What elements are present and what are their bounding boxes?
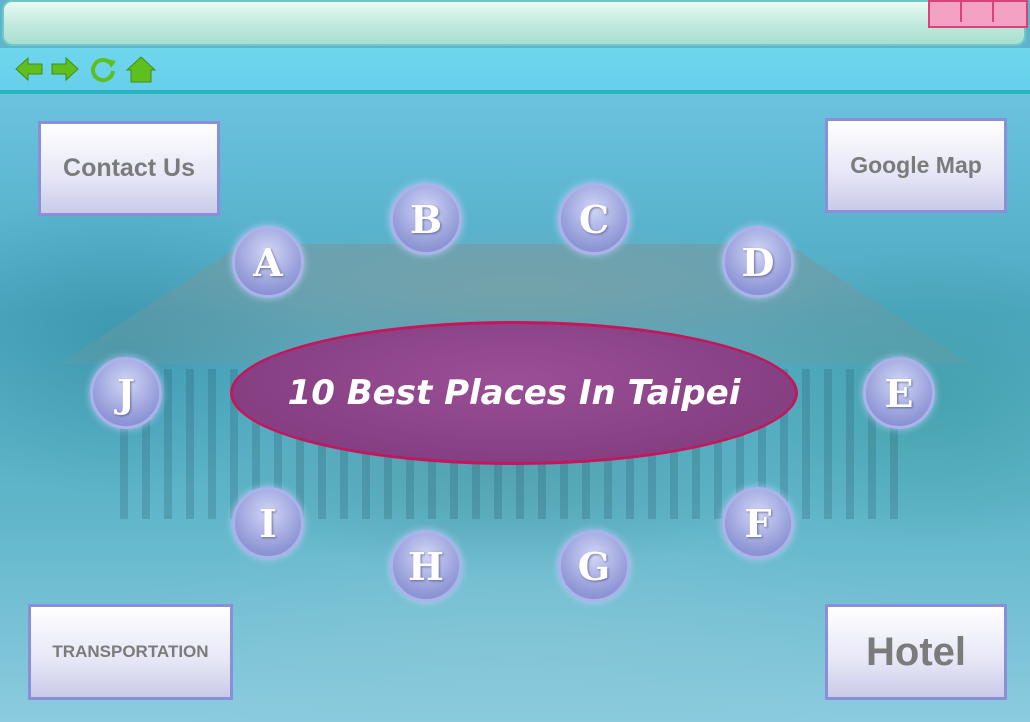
- back-arrow-icon[interactable]: [14, 54, 44, 84]
- place-label-f: F: [744, 500, 772, 546]
- window-title-bar: [2, 0, 1026, 46]
- place-label-e: E: [884, 370, 914, 416]
- forward-arrow-icon[interactable]: [50, 54, 80, 84]
- google-map-label: Google Map: [850, 152, 982, 178]
- navigation-bar: [0, 48, 1030, 94]
- place-button-c[interactable]: C: [558, 183, 630, 255]
- google-map-button[interactable]: Google Map: [825, 118, 1007, 213]
- main-title-ellipse: 10 Best Places In Taipei: [230, 321, 798, 465]
- place-label-g: G: [577, 543, 611, 589]
- window-controls: [928, 0, 1028, 28]
- place-button-b[interactable]: B: [390, 183, 462, 255]
- contact-us-label: Contact Us: [63, 154, 195, 182]
- close-button[interactable]: [994, 2, 1026, 22]
- transportation-label: TRANSPORTATION: [52, 642, 209, 661]
- hotel-label: Hotel: [866, 629, 966, 674]
- place-label-b: B: [409, 196, 443, 242]
- place-button-i[interactable]: I: [232, 487, 304, 559]
- place-label-a: A: [253, 239, 283, 285]
- place-button-a[interactable]: A: [232, 226, 304, 298]
- minimize-button[interactable]: [930, 2, 962, 22]
- contact-us-button[interactable]: Contact Us: [38, 121, 220, 216]
- place-label-i: I: [259, 500, 277, 546]
- page-title: 10 Best Places In Taipei: [287, 373, 741, 413]
- place-label-c: C: [578, 196, 610, 242]
- maximize-button[interactable]: [962, 2, 994, 22]
- place-button-g[interactable]: G: [558, 530, 630, 602]
- place-button-e[interactable]: E: [863, 357, 935, 429]
- place-button-h[interactable]: H: [390, 530, 462, 602]
- place-label-d: D: [741, 239, 775, 285]
- place-label-j: J: [117, 370, 135, 416]
- place-button-d[interactable]: D: [722, 226, 794, 298]
- home-icon[interactable]: [126, 54, 156, 84]
- place-button-f[interactable]: F: [722, 487, 794, 559]
- place-label-h: H: [408, 543, 444, 589]
- place-button-j[interactable]: J: [90, 357, 162, 429]
- hotel-button[interactable]: Hotel: [825, 604, 1007, 700]
- refresh-icon[interactable]: [88, 54, 118, 84]
- transportation-button[interactable]: TRANSPORTATION: [28, 604, 233, 700]
